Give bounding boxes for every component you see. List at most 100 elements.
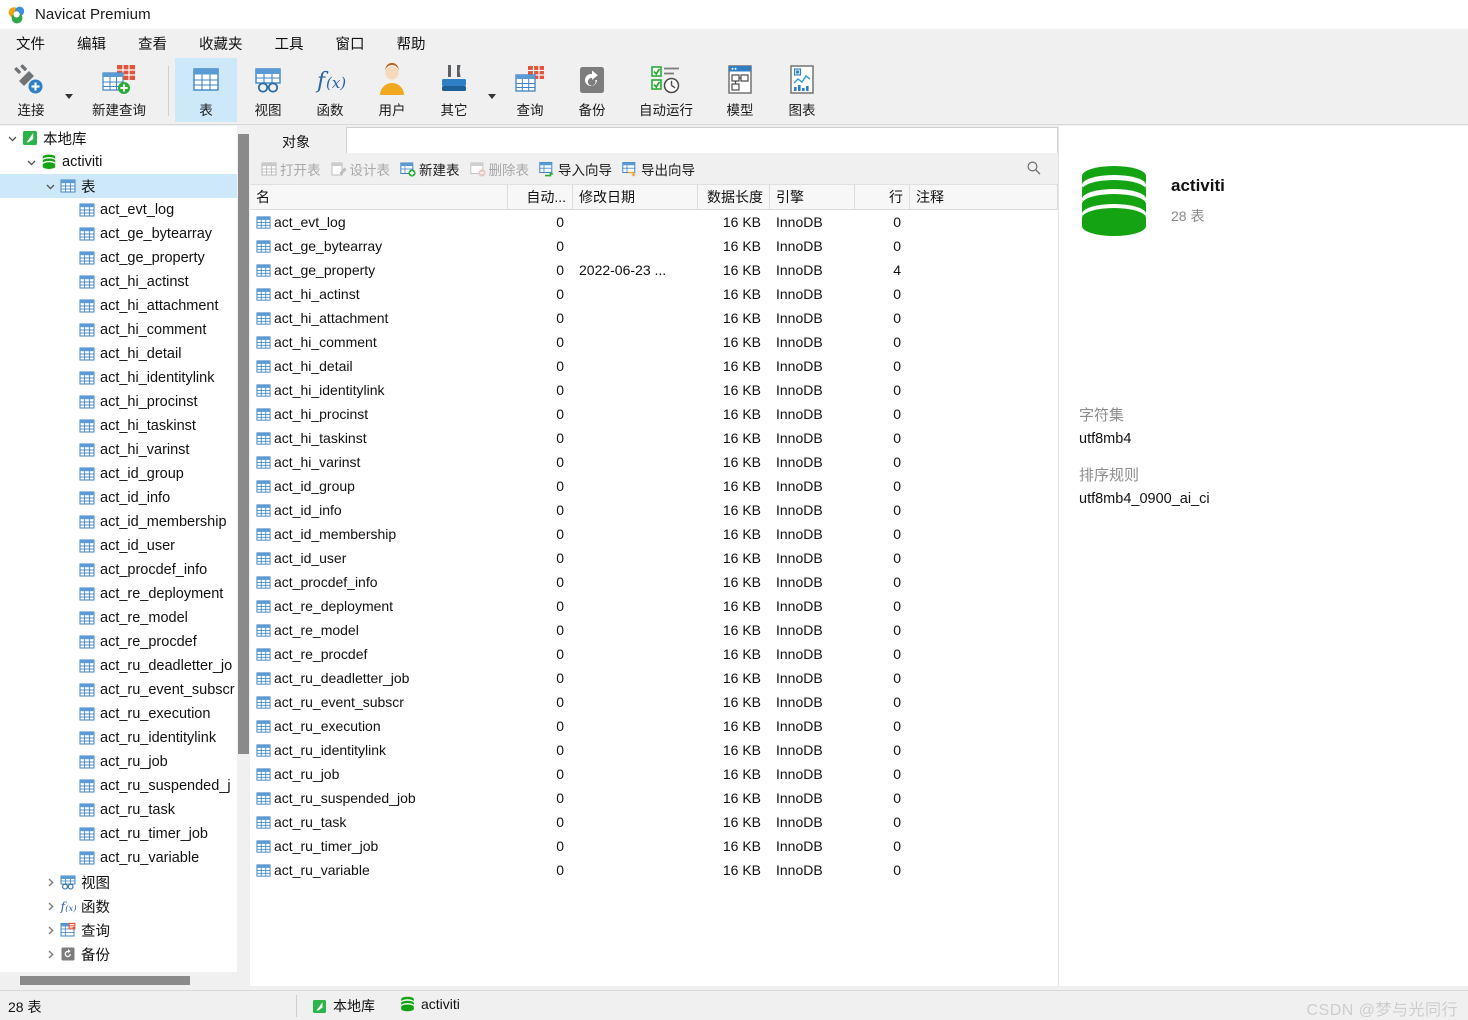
grid-header-comment[interactable]: 注释 xyxy=(910,185,1058,210)
tree-item-act_id_user[interactable]: act_id_user xyxy=(0,534,237,558)
tree-item-act_evt_log[interactable]: act_evt_log xyxy=(0,198,237,222)
ribbon-button-1[interactable]: 新建查询 xyxy=(76,58,162,122)
table-row[interactable]: act_hi_taskinst 0 16 KB InnoDB 0 xyxy=(250,426,1058,450)
tree-item-act_hi_varinst[interactable]: act_hi_varinst xyxy=(0,438,237,462)
grid-header-modified[interactable]: 修改日期 xyxy=(573,185,698,210)
ribbon-button-3[interactable]: 视图 xyxy=(237,58,299,122)
chevron-down-icon[interactable] xyxy=(62,58,76,122)
table-row[interactable]: act_re_deployment 0 16 KB InnoDB 0 xyxy=(250,594,1058,618)
table-row[interactable]: act_ru_event_subscr 0 16 KB InnoDB 0 xyxy=(250,690,1058,714)
tree-item-act_ru_suspended_j[interactable]: act_ru_suspended_j xyxy=(0,774,237,798)
status-connection[interactable]: 本地库 xyxy=(312,996,375,1016)
table-row[interactable]: act_ge_bytearray 0 16 KB InnoDB 0 xyxy=(250,234,1058,258)
tree-item-act_hi_comment[interactable]: act_hi_comment xyxy=(0,318,237,342)
menu-window[interactable]: 窗口 xyxy=(326,30,375,57)
tree-item-act_ru_event_subscr[interactable]: act_ru_event_subscr xyxy=(0,678,237,702)
status-database[interactable]: activiti xyxy=(400,996,460,1012)
tree-item-本地库[interactable]: 本地库 xyxy=(0,126,237,150)
obj-toolbar-button-5[interactable]: 导出向导 xyxy=(617,157,700,181)
tree-item-查询[interactable]: 查询 xyxy=(0,918,237,942)
table-row[interactable]: act_ru_task 0 16 KB InnoDB 0 xyxy=(250,810,1058,834)
grid-header-rows[interactable]: 行 xyxy=(855,185,910,210)
grid-header-data_length[interactable]: 数据长度 xyxy=(698,185,770,210)
tree-item-act_ru_variable[interactable]: act_ru_variable xyxy=(0,846,237,870)
tree-item-act_ru_deadletter_jo[interactable]: act_ru_deadletter_jo xyxy=(0,654,237,678)
tree-item-act_ge_bytearray[interactable]: act_ge_bytearray xyxy=(0,222,237,246)
table-row[interactable]: act_ru_deadletter_job 0 16 KB InnoDB 0 xyxy=(250,666,1058,690)
chevron-right-icon[interactable] xyxy=(42,877,58,888)
ribbon-button-11[interactable]: 图表 xyxy=(771,58,833,122)
table-row[interactable]: act_hi_attachment 0 16 KB InnoDB 0 xyxy=(250,306,1058,330)
table-row[interactable]: act_hi_identitylink 0 16 KB InnoDB 0 xyxy=(250,378,1058,402)
ribbon-button-5[interactable]: 用户 xyxy=(361,58,423,122)
table-row[interactable]: act_evt_log 0 16 KB InnoDB 0 xyxy=(250,210,1058,234)
table-row[interactable]: act_procdef_info 0 16 KB InnoDB 0 xyxy=(250,570,1058,594)
ribbon-button-10[interactable]: 模型 xyxy=(709,58,771,122)
ribbon-button-2[interactable]: 表 xyxy=(175,58,237,122)
grid-header-engine[interactable]: 引擎 xyxy=(770,185,855,210)
tree-item-act_ru_identitylink[interactable]: act_ru_identitylink xyxy=(0,726,237,750)
table-row[interactable]: act_id_membership 0 16 KB InnoDB 0 xyxy=(250,522,1058,546)
table-row[interactable]: act_hi_comment 0 16 KB InnoDB 0 xyxy=(250,330,1058,354)
menu-edit[interactable]: 编辑 xyxy=(67,30,116,57)
tree-horizontal-scrollbar-thumb[interactable] xyxy=(20,976,190,985)
menu-view[interactable]: 查看 xyxy=(128,30,177,57)
obj-toolbar-button-4[interactable]: 导入向导 xyxy=(534,157,617,181)
tree-item-act_ru_task[interactable]: act_ru_task xyxy=(0,798,237,822)
table-row[interactable]: act_hi_procinst 0 16 KB InnoDB 0 xyxy=(250,402,1058,426)
table-row[interactable]: act_re_procdef 0 16 KB InnoDB 0 xyxy=(250,642,1058,666)
ribbon-button-9[interactable]: 自动运行 xyxy=(623,58,709,122)
chevron-down-icon[interactable] xyxy=(23,157,39,168)
menu-file[interactable]: 文件 xyxy=(6,30,55,57)
table-row[interactable]: act_ru_timer_job 0 16 KB InnoDB 0 xyxy=(250,834,1058,858)
chevron-down-icon[interactable] xyxy=(4,133,20,144)
table-row[interactable]: act_ru_execution 0 16 KB InnoDB 0 xyxy=(250,714,1058,738)
menu-help[interactable]: 帮助 xyxy=(387,30,436,57)
table-row[interactable]: act_hi_actinst 0 16 KB InnoDB 0 xyxy=(250,282,1058,306)
table-row[interactable]: act_id_user 0 16 KB InnoDB 0 xyxy=(250,546,1058,570)
tree-item-act_ru_execution[interactable]: act_ru_execution xyxy=(0,702,237,726)
table-row[interactable]: act_id_info 0 16 KB InnoDB 0 xyxy=(250,498,1058,522)
tree-item-act_re_deployment[interactable]: act_re_deployment xyxy=(0,582,237,606)
table-row[interactable]: act_id_group 0 16 KB InnoDB 0 xyxy=(250,474,1058,498)
chevron-right-icon[interactable] xyxy=(42,925,58,936)
ribbon-button-0[interactable]: 连接 xyxy=(0,58,62,122)
tree-item-act_procdef_info[interactable]: act_procdef_info xyxy=(0,558,237,582)
tab-objects[interactable]: 对象 xyxy=(262,129,330,154)
tree-item-act_re_model[interactable]: act_re_model xyxy=(0,606,237,630)
tree-item-视图[interactable]: 视图 xyxy=(0,870,237,894)
table-row[interactable]: act_hi_detail 0 16 KB InnoDB 0 xyxy=(250,354,1058,378)
tree-item-act_ru_timer_job[interactable]: act_ru_timer_job xyxy=(0,822,237,846)
tree-item-act_id_info[interactable]: act_id_info xyxy=(0,486,237,510)
table-row[interactable]: act_ru_variable 0 16 KB InnoDB 0 xyxy=(250,858,1058,882)
tree-item-表[interactable]: 表 xyxy=(0,174,237,198)
ribbon-button-6[interactable]: 其它 xyxy=(423,58,485,122)
table-row[interactable]: act_re_model 0 16 KB InnoDB 0 xyxy=(250,618,1058,642)
chevron-right-icon[interactable] xyxy=(42,949,58,960)
table-row[interactable]: act_ru_identitylink 0 16 KB InnoDB 0 xyxy=(250,738,1058,762)
table-row[interactable]: act_ru_job 0 16 KB InnoDB 0 xyxy=(250,762,1058,786)
grid-header-auto_increment[interactable]: 自动... xyxy=(508,185,573,210)
tree-item-备份[interactable]: 备份 xyxy=(0,942,237,966)
ribbon-button-4[interactable]: f (x) 函数 xyxy=(299,58,361,122)
tree-item-act_hi_procinst[interactable]: act_hi_procinst xyxy=(0,390,237,414)
grid-header-name[interactable]: 名 xyxy=(250,185,508,210)
tree-item-act_re_procdef[interactable]: act_re_procdef xyxy=(0,630,237,654)
ribbon-button-7[interactable]: 查询 xyxy=(499,58,561,122)
tree-item-act_hi_taskinst[interactable]: act_hi_taskinst xyxy=(0,414,237,438)
tree-item-act_ru_job[interactable]: act_ru_job xyxy=(0,750,237,774)
table-row[interactable]: act_ru_suspended_job 0 16 KB InnoDB 0 xyxy=(250,786,1058,810)
tree-item-act_id_membership[interactable]: act_id_membership xyxy=(0,510,237,534)
tree-item-act_hi_attachment[interactable]: act_hi_attachment xyxy=(0,294,237,318)
chevron-down-icon[interactable] xyxy=(485,58,499,122)
chevron-right-icon[interactable] xyxy=(42,901,58,912)
tree-item-act_hi_identitylink[interactable]: act_hi_identitylink xyxy=(0,366,237,390)
ribbon-button-8[interactable]: 备份 xyxy=(561,58,623,122)
tree-item-act_ge_property[interactable]: act_ge_property xyxy=(0,246,237,270)
tree-vertical-scrollbar-thumb[interactable] xyxy=(238,134,249,754)
chevron-down-icon[interactable] xyxy=(42,181,58,192)
search-icon[interactable] xyxy=(1026,160,1042,176)
tree-item-act_hi_actinst[interactable]: act_hi_actinst xyxy=(0,270,237,294)
tree-item-act_hi_detail[interactable]: act_hi_detail xyxy=(0,342,237,366)
obj-toolbar-button-2[interactable]: 新建表 xyxy=(395,157,465,181)
